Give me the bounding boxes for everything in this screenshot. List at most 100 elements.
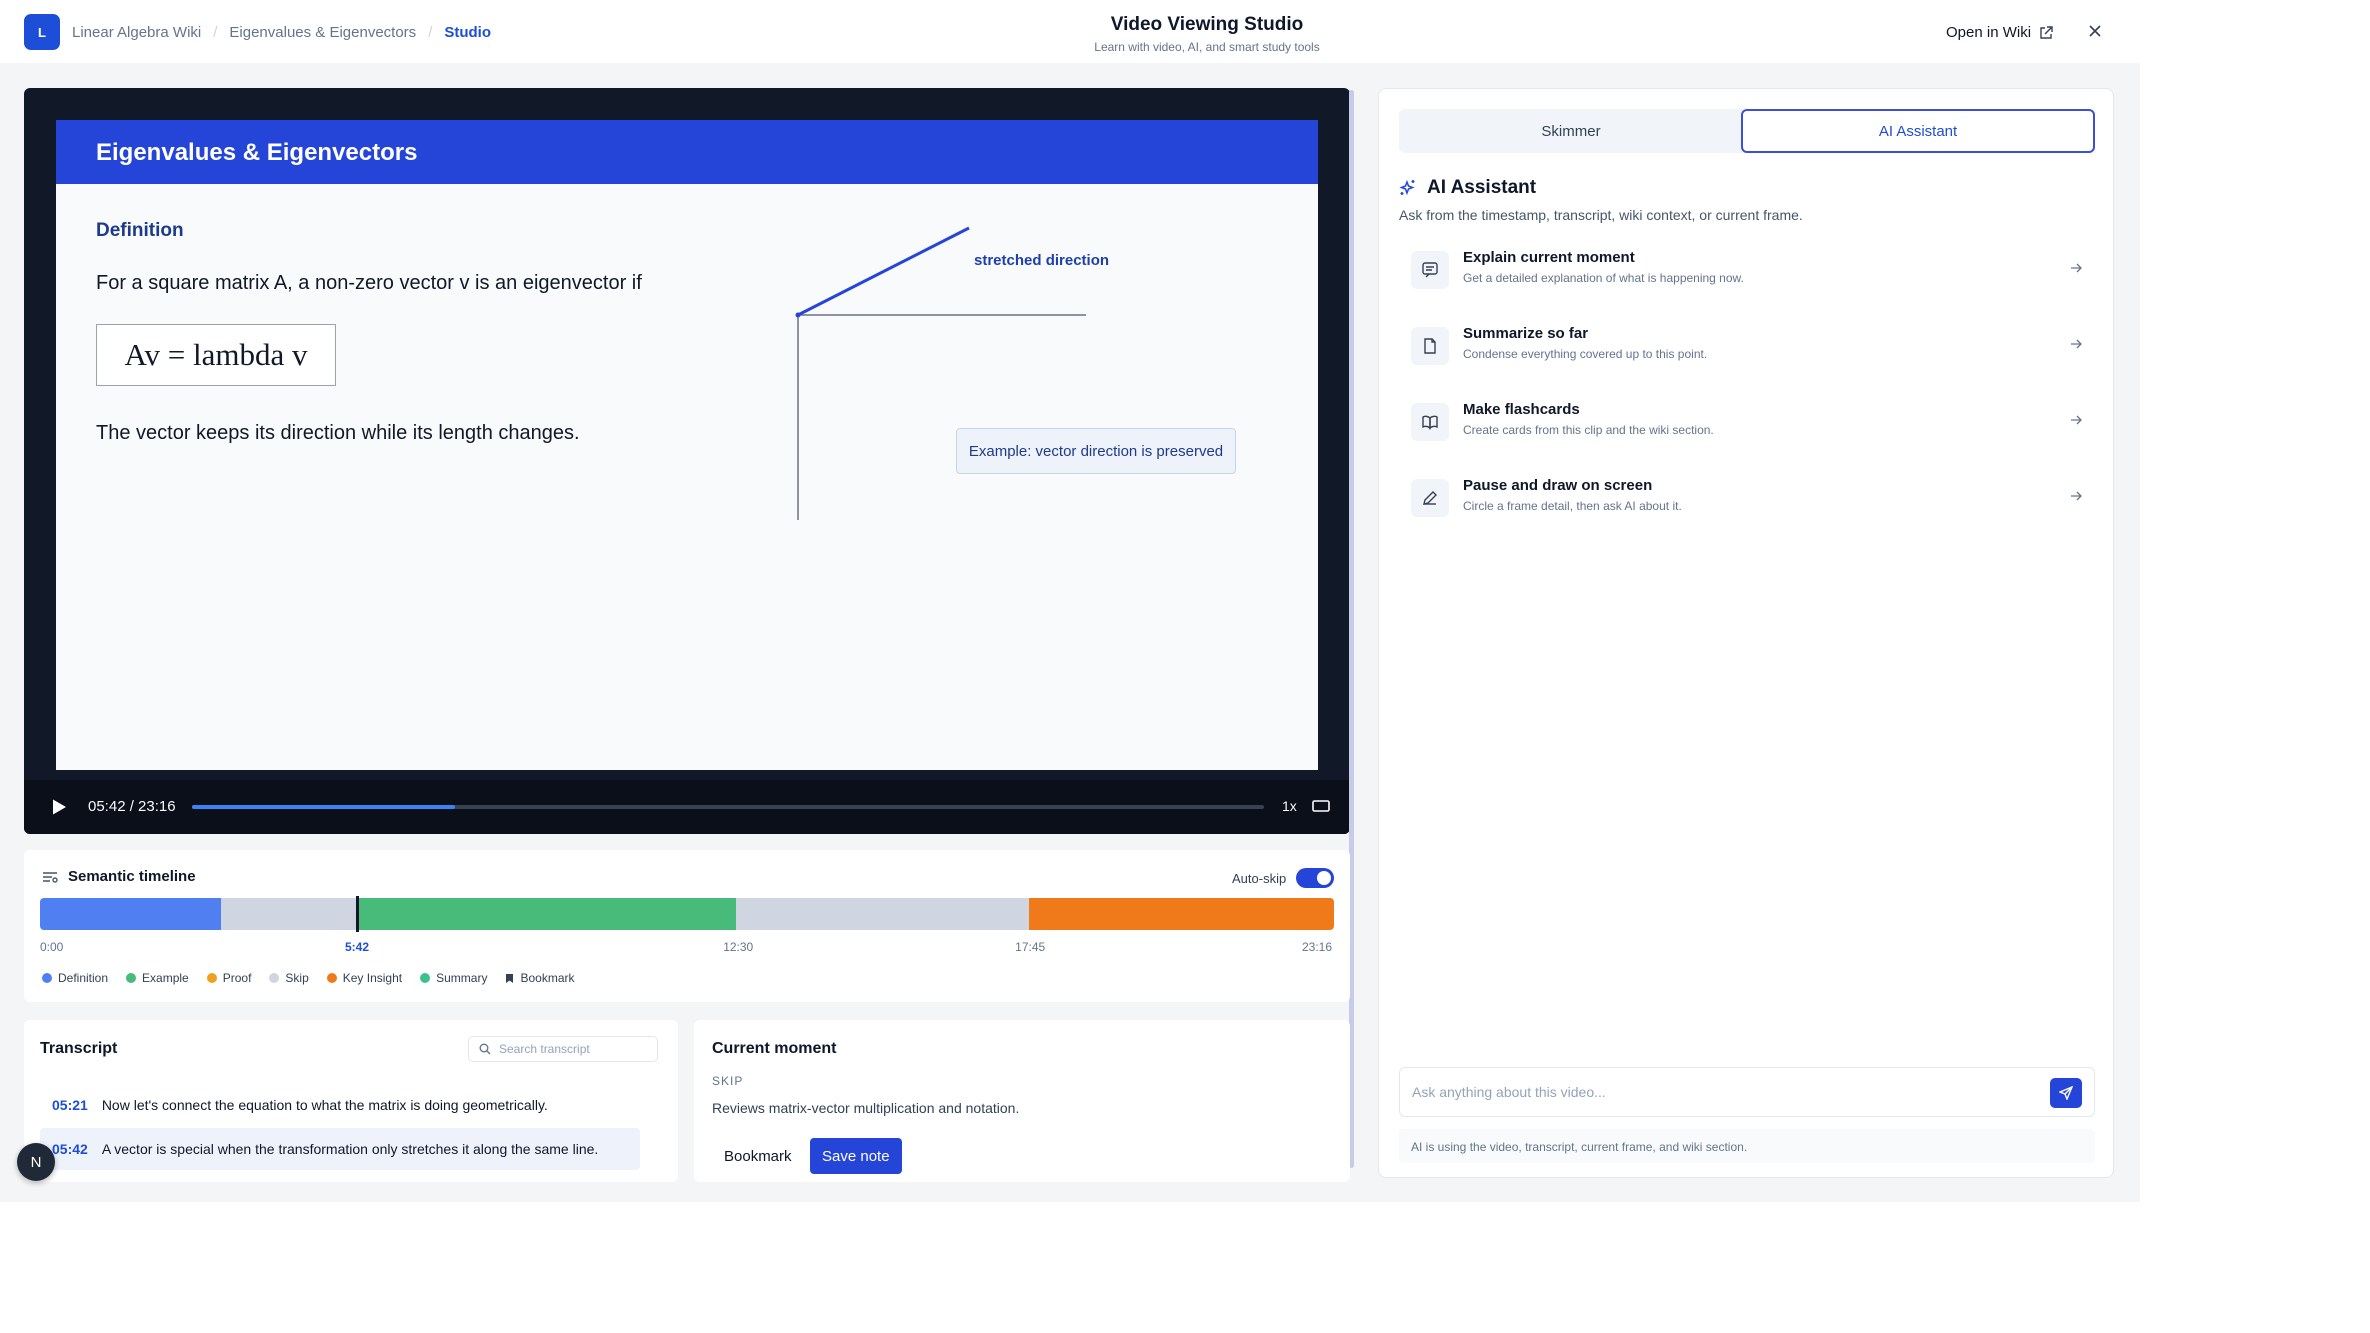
play-icon[interactable] <box>50 798 68 816</box>
tab-skimmer[interactable]: Skimmer <box>1399 109 1743 153</box>
action-description: Condense everything covered up to this p… <box>1463 347 1708 361</box>
legend-dot <box>326 973 337 983</box>
document-icon <box>1411 327 1449 365</box>
bookmark-icon <box>506 973 514 983</box>
external-link-icon <box>2040 25 2053 39</box>
book-icon <box>1411 403 1449 441</box>
transcript-row-active[interactable]: 05:42 A vector is special when the trans… <box>40 1128 640 1170</box>
legend-item-definition: Definition <box>42 971 108 985</box>
diagram-label: stretched direction <box>974 252 1110 269</box>
legend-item-proof: Proof <box>206 971 252 985</box>
video-player[interactable]: Eigenvalues & Eigenvectors Definition Fo… <box>24 88 1350 834</box>
timeline-playhead[interactable] <box>356 896 359 932</box>
transcript-text: Now let's connect the equation to what t… <box>101 1097 548 1113</box>
arrow-right-icon <box>2071 415 2082 425</box>
timeline-segment-skip[interactable] <box>736 898 1030 930</box>
send-button[interactable] <box>2050 1078 2082 1108</box>
close-icon <box>2089 25 2101 37</box>
legend-label: Bookmark <box>520 971 575 985</box>
timeline-tick-label: 5:42 <box>345 940 370 954</box>
tab-ai-assistant[interactable]: AI Assistant <box>1741 109 2095 153</box>
timeline-title-label: Semantic timeline <box>68 868 196 885</box>
transcript-timestamp[interactable]: 05:21 <box>52 1097 88 1113</box>
timeline-title: Semantic timeline <box>42 868 196 885</box>
timeline-tick-label: 23:16 <box>1302 940 1333 954</box>
side-panel: Skimmer AI Assistant AI Assistant Ask fr… <box>1378 88 2114 1178</box>
timeline-bar[interactable] <box>40 898 1334 930</box>
semantic-timeline: Semantic timeline Auto-skip 0:00 5:42 12:3… <box>24 850 1350 1002</box>
video-controls: 05:42 / 23:16 1x <box>24 780 1350 834</box>
search-icon <box>479 1043 491 1055</box>
arrow-right-icon <box>2071 339 2082 349</box>
video-progress-bar[interactable] <box>192 805 1264 809</box>
playback-speed[interactable]: 1x <box>1282 798 1297 814</box>
autoskip-control: Auto-skip <box>1232 868 1335 888</box>
header: L Linear Algebra Wiki / Eigenvalues & Ei… <box>0 0 2140 63</box>
save-note-button[interactable]: Save note <box>810 1138 902 1174</box>
legend-dot <box>420 973 431 983</box>
legend-item-example: Example <box>126 971 189 985</box>
video-progress-fill <box>192 805 455 809</box>
legend-label: Summary <box>436 971 488 985</box>
timeline-tick-label: 0:00 <box>40 940 64 954</box>
timeline-segment-key-insight[interactable] <box>1029 898 1334 930</box>
action-title: Make flashcards <box>1463 401 1580 418</box>
legend-item-summary: Summary <box>420 971 487 985</box>
action-description: Get a detailed explanation of what is ha… <box>1463 271 1744 285</box>
ai-assistant-title-label: AI Assistant <box>1427 177 1537 198</box>
send-icon <box>2059 1086 2073 1100</box>
app: L Linear Algebra Wiki / Eigenvalues & Ei… <box>0 0 2140 1202</box>
floating-action-button[interactable]: N <box>17 1143 55 1181</box>
action-explain-current-moment[interactable]: Explain current moment Get a detailed ex… <box>1399 237 2095 305</box>
autoskip-toggle[interactable] <box>1296 868 1335 888</box>
example-callout: Example: vector direction is preserved <box>956 428 1236 474</box>
action-description: Create cards from this clip and the wiki… <box>1463 423 1714 437</box>
bookmark-button[interactable]: Bookmark <box>712 1138 804 1174</box>
transcript-text: A vector is special when the transformat… <box>101 1141 599 1157</box>
legend-label: Definition <box>58 971 109 985</box>
transcript-timestamp[interactable]: 05:42 <box>52 1141 88 1157</box>
action-title: Summarize so far <box>1463 325 1589 342</box>
ai-context-note: AI is using the video, transcript, curre… <box>1399 1129 2095 1163</box>
timeline-icon <box>43 871 58 883</box>
panel-tabs: Skimmer AI Assistant <box>1399 109 2095 153</box>
legend-label: Key Insight <box>342 971 403 985</box>
legend-label: Proof <box>222 971 252 985</box>
action-description: Circle a frame detail, then ask AI about… <box>1463 499 1682 513</box>
transcript-search-placeholder: Search transcript <box>499 1042 590 1056</box>
scrollbar[interactable] <box>1349 90 1354 1168</box>
action-title: Pause and draw on screen <box>1463 477 1653 494</box>
legend-item-key-insight: Key Insight <box>326 971 403 985</box>
transcript-panel: Transcript Search transcript 05:21 Now l… <box>24 1020 678 1182</box>
legend-item-skip: Skip <box>269 971 309 985</box>
transcript-search[interactable]: Search transcript <box>468 1036 658 1062</box>
legend-dot <box>269 973 280 983</box>
segment-description: Reviews matrix-vector multiplication and… <box>712 1100 1020 1116</box>
action-summarize-so-far[interactable]: Summarize so far Condense everything cov… <box>1399 313 2095 381</box>
timeline-segment-summary[interactable] <box>357 898 737 930</box>
current-moment-panel: Current moment SKIP Reviews matrix-vecto… <box>694 1020 1350 1182</box>
action-pause-and-draw[interactable]: Pause and draw on screen Circle a frame … <box>1399 465 2095 533</box>
close-button[interactable] <box>2084 20 2106 42</box>
legend-dot <box>42 973 52 983</box>
current-moment-title: Current moment <box>712 1040 837 1057</box>
segment-tag: SKIP <box>712 1074 744 1088</box>
legend-item-bookmark: Bookmark <box>505 971 575 985</box>
legend-label: Example <box>142 971 189 985</box>
timeline-segment-definition[interactable] <box>40 898 221 930</box>
action-title: Explain current moment <box>1463 249 1635 266</box>
fullscreen-icon[interactable] <box>1312 799 1330 813</box>
timeline-segment-skip[interactable] <box>220 898 357 930</box>
transcript-row[interactable]: 05:21 Now let's connect the equation to … <box>40 1084 640 1126</box>
sparkles-icon <box>1399 179 1415 196</box>
timeline-tick-label: 12:30 <box>723 940 754 954</box>
legend-label: Skip <box>285 971 309 985</box>
arrow-right-icon <box>2071 491 2082 501</box>
video-frame: Eigenvalues & Eigenvectors Definition Fo… <box>56 120 1318 770</box>
timeline-legend: Definition Example Proof Skip Key Insight Sum… <box>42 971 575 985</box>
ai-assistant-title: AI Assistant <box>1399 177 1536 199</box>
action-make-flashcards[interactable]: Make flashcards Create cards from this c… <box>1399 389 2095 457</box>
autoskip-label: Auto-skip <box>1232 870 1287 886</box>
ask-ai-input[interactable]: Ask anything about this video... <box>1399 1067 2095 1117</box>
open-in-wiki-link[interactable]: Open in Wiki <box>1946 24 2053 41</box>
